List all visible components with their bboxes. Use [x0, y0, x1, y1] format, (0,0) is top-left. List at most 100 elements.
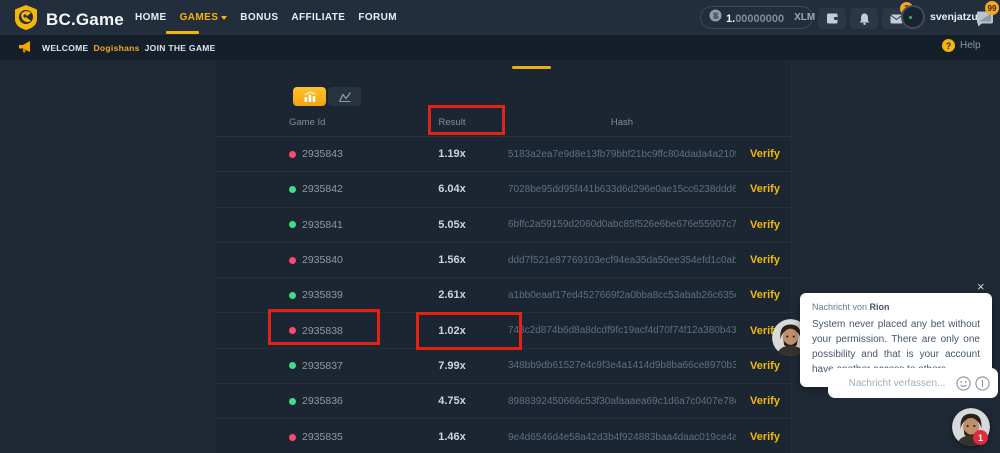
game-history-panel: Game Id Result Hash 2935843 1.19x 5183a2…	[215, 60, 792, 453]
brand-logo[interactable]: BC.Game	[13, 4, 124, 36]
table-body: 2935843 1.19x 5183a2ea7e9d8e13fb79bbf21b…	[216, 137, 793, 453]
result-multiplier: 2.61x	[396, 289, 508, 301]
trend-view-button[interactable]	[328, 87, 361, 106]
verify-link[interactable]: Verify	[736, 254, 853, 266]
hash-value: 743c2d874b6d8a8dcdf9fc19acf4d70f74f12a38…	[508, 325, 736, 336]
result-multiplier: 1.02x	[396, 325, 508, 337]
hash-value: 7028be95dd95f441b633d6d296e0ae15cc6238dd…	[508, 184, 736, 195]
result-status-dot	[289, 434, 296, 441]
main-nav: HOME GAMES BONUS AFFILIATE FORUM	[135, 0, 397, 35]
column-header-hash: Hash	[508, 117, 736, 128]
result-multiplier: 1.56x	[396, 254, 508, 266]
table-row: 2935842 6.04x 7028be95dd95f441b633d6d296…	[216, 172, 793, 207]
result-multiplier: 1.19x	[396, 148, 508, 160]
result-multiplier: 1.46x	[396, 431, 508, 443]
verify-link[interactable]: Verify	[736, 219, 853, 231]
table-row: 2935837 7.99x 348bb9db61527e4c9f3e4a1414…	[216, 349, 793, 384]
coin-icon	[709, 9, 722, 27]
chevron-down-icon	[221, 16, 227, 20]
result-status-dot	[289, 221, 296, 228]
nav-games[interactable]: GAMES	[180, 12, 228, 23]
welcome-bar: WELCOME Dogishans JOIN THE GAME ? Help	[0, 35, 1000, 60]
game-id-value: 2935837	[302, 360, 343, 372]
chat-unread-badge: 1	[973, 430, 988, 445]
message-from-line: Nachricht von Rion	[812, 302, 980, 312]
column-header-result: Result	[396, 117, 508, 128]
game-id-value: 2935836	[302, 395, 343, 407]
question-icon: ?	[942, 39, 955, 52]
hash-value: 348bb9db61527e4c9f3e4a1414d9b8ba66ce8970…	[508, 360, 736, 371]
result-multiplier: 4.75x	[396, 395, 508, 407]
hash-value: 9e4d6546d4e58a42d3b4f924883baa4daac019ce…	[508, 432, 736, 443]
column-header-game-id: Game Id	[276, 117, 396, 128]
currency-label: XLM	[794, 12, 815, 23]
table-row: 2935835 1.46x 9e4d6546d4e58a42d3b4f92488…	[216, 419, 793, 453]
nav-home[interactable]: HOME	[135, 12, 167, 23]
table-row: 2935843 1.19x 5183a2ea7e9d8e13fb79bbf21b…	[216, 137, 793, 172]
nav-forum[interactable]: FORUM	[358, 12, 397, 23]
help-link[interactable]: ? Help	[942, 39, 981, 52]
game-id-value: 2935843	[302, 148, 343, 160]
game-id-value: 2935838	[302, 325, 343, 337]
bar-chart-icon	[303, 91, 317, 103]
emoji-icon[interactable]	[956, 376, 971, 391]
top-header: BC.Game HOME GAMES BONUS AFFILIATE FORUM…	[0, 0, 1000, 35]
nav-bonus[interactable]: BONUS	[240, 12, 278, 23]
table-header-row: Game Id Result Hash	[216, 108, 793, 137]
result-status-dot	[289, 257, 296, 264]
page: BC.Game HOME GAMES BONUS AFFILIATE FORUM…	[0, 0, 1000, 453]
result-status-dot	[289, 151, 296, 158]
hash-value: ddd7f521e87769103ecf94ea35da50ee354efd1c…	[508, 255, 736, 266]
result-status-dot	[289, 186, 296, 193]
result-multiplier: 7.99x	[396, 360, 508, 372]
username-label: svenjatzu	[930, 11, 978, 23]
result-status-dot	[289, 362, 296, 369]
verify-link[interactable]: Verify	[736, 431, 853, 443]
hash-value: 5183a2ea7e9d8e13fb79bbf21bc9ffc804dada4a…	[508, 149, 736, 160]
view-toggle-group	[293, 87, 361, 106]
nav-affiliate[interactable]: AFFILIATE	[291, 12, 345, 23]
game-id-value: 2935842	[302, 183, 343, 195]
verify-link[interactable]: Verify	[736, 148, 853, 160]
result-multiplier: 5.05x	[396, 219, 508, 231]
hash-value: 8988392450666c53f30afaaaea69c1d6a7c0407e…	[508, 396, 736, 407]
table-row: 2935840 1.56x ddd7f521e87769103ecf94ea35…	[216, 243, 793, 278]
table-row: 2935839 2.61x a1bb0eaaf17ed4527669f2a0bb…	[216, 278, 793, 313]
hash-value: a1bb0eaaf17ed4527669f2a0bba8cc53abab26c6…	[508, 290, 736, 301]
game-id-value: 2935840	[302, 254, 343, 266]
notifications-button[interactable]	[850, 8, 878, 29]
game-id-value: 2935835	[302, 431, 343, 443]
game-id-value: 2935839	[302, 289, 343, 301]
active-tab-indicator	[512, 66, 551, 69]
result-status-dot	[289, 327, 296, 334]
balance-selector[interactable]: 1.00000000 XLM	[700, 6, 813, 29]
sender-name: Rion	[870, 302, 890, 312]
user-avatar	[901, 5, 925, 29]
line-chart-icon	[338, 91, 352, 103]
bell-icon	[859, 13, 870, 25]
verify-link[interactable]: Verify	[736, 183, 853, 195]
wallet-icon	[826, 13, 839, 24]
active-nav-underline	[166, 31, 199, 34]
result-status-dot	[289, 292, 296, 299]
brand-name: BC.Game	[46, 10, 124, 30]
attach-icon[interactable]	[975, 376, 990, 391]
chat-input[interactable]	[842, 378, 952, 389]
welcome-player-name: Dogishans	[93, 43, 139, 53]
hash-value: 6bffc2a59159d2060d0abc85f526e6be676e5590…	[508, 219, 736, 230]
wallet-button[interactable]	[818, 8, 846, 29]
list-view-button[interactable]	[293, 87, 326, 106]
result-multiplier: 6.04x	[396, 183, 508, 195]
welcome-message: WELCOME Dogishans JOIN THE GAME	[42, 43, 216, 53]
brand-shield-icon	[13, 4, 39, 36]
chat-badge: 99	[985, 1, 999, 15]
balance-amount: 1.	[726, 13, 735, 25]
table-row: 2935836 4.75x 8988392450666c53f30afaaaea…	[216, 384, 793, 419]
megaphone-icon	[18, 40, 33, 59]
result-status-dot	[289, 398, 296, 405]
game-id-value: 2935841	[302, 219, 343, 231]
table-row: 2935841 5.05x 6bffc2a59159d2060d0abc85f5…	[216, 208, 793, 243]
chat-input-bar	[828, 368, 998, 398]
table-row: 2935838 1.02x 743c2d874b6d8a8dcdf9fc19ac…	[216, 313, 793, 348]
chat-close-button[interactable]: ×	[977, 280, 985, 293]
